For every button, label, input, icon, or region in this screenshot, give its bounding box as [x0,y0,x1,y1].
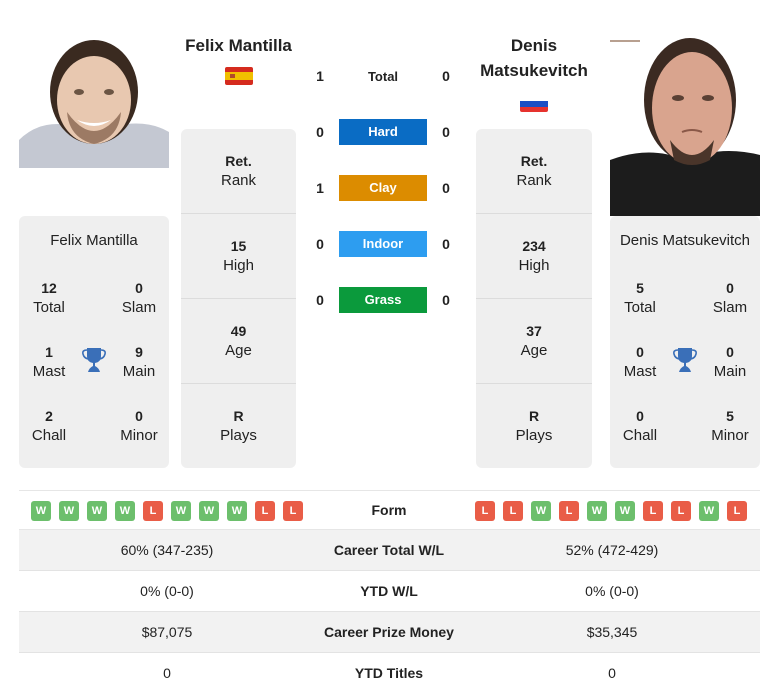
player1-form-badge-win[interactable]: W [115,501,135,521]
surface-badge-hard[interactable]: Hard [339,119,427,145]
player1-form-badge-win[interactable]: W [199,501,219,521]
player1-form-badge-loss[interactable]: L [255,501,275,521]
russia-flag-icon [520,96,548,112]
player1-form-badge-win[interactable]: W [227,501,247,521]
player1-stat: $87,075 [141,624,193,640]
trophy-icon [673,347,697,373]
player1-stat: 0% (0-0) [140,583,194,599]
player2-form-badge-win[interactable]: W [531,501,551,521]
player2-form-badge-win[interactable]: W [615,501,635,521]
stat-label: YTD W/L [360,583,418,599]
player1-plays: R Plays [220,408,257,444]
surface-badge-clay[interactable]: Clay [339,175,427,201]
player2-form-badge-loss[interactable]: L [671,501,691,521]
player2-stat: $35,345 [586,624,638,640]
player1-titles-name: Felix Mantilla [50,232,138,249]
player2-form-badge-loss[interactable]: L [475,501,495,521]
surface-badge-indoor[interactable]: Indoor [339,231,427,257]
player2-form-badge-loss[interactable]: L [559,501,579,521]
h2h-p1-indoor: 0 [316,236,324,252]
player2-form-badge-loss[interactable]: L [503,501,523,521]
player2-form-badge-loss[interactable]: L [727,501,747,521]
h2h-p1-grass: 0 [316,292,324,308]
player2-form-badge-win[interactable]: W [699,501,719,521]
h2h-total-label: Total [367,69,399,84]
h2h-p1-hard: 0 [316,124,324,140]
player1-form-badge-win[interactable]: W [171,501,191,521]
h2h-surface-row: 0 Hard 0 [305,119,465,145]
player1-form-badge-win[interactable]: W [31,501,51,521]
player2-form-badge-loss[interactable]: L [643,501,663,521]
player1-form-badge-win[interactable]: W [87,501,107,521]
stat-label: YTD Titles [354,665,424,681]
h2h-p2-clay: 0 [442,180,450,196]
surface-badge-grass[interactable]: Grass [339,287,427,313]
player2-age: 37 Age [476,299,592,384]
h2h-surface-row: 0 Indoor 0 [305,231,465,257]
player2-form-badge-win[interactable]: W [587,501,607,521]
stats-row: $87,075 Career Prize Money $35,345 [19,612,760,653]
stats-row: 0 YTD Titles 0 [19,653,760,694]
trophy-icon [82,347,106,373]
stat-label: Career Total W/L [333,542,445,558]
player2-name-line2: Matsukevitch [480,61,588,80]
player1-titles-mast: 1 Mast [32,344,66,380]
player1-photo [19,20,169,168]
player1-stat: 0 [163,665,171,681]
player2-high: 234 High [476,214,592,299]
player2-plays: R Plays [515,408,553,444]
player2-titles-total: 5 Total [624,280,656,316]
spain-flag-icon [225,67,253,85]
h2h-p1-total: 1 [316,68,324,84]
player1-titles-main: 9 Main [122,344,156,380]
player2-stat: 52% (472-429) [565,542,659,558]
player1-form-badge-loss[interactable]: L [143,501,163,521]
player2-stat: 0% (0-0) [585,583,639,599]
player2-titles-slam: 0 Slam [712,280,748,316]
player1-name[interactable]: Felix Mantilla [176,33,301,58]
player2-titles-panel: Denis Matsukevitch 5 Total 0 Slam 0 Mast… [610,216,760,468]
player1-titles-panel: Felix Mantilla 12 Total 0 Slam 1 Mast 9 … [19,216,169,468]
player2-titles-chall: 0 Chall [622,408,658,444]
player2-photo [610,20,760,216]
h2h-p2-total: 0 [442,68,450,84]
player2-rank: Ret. Rank [476,129,592,214]
player2-titles-mast: 0 Mast [623,344,657,380]
form-label: Form [371,502,407,518]
player2-rank-panel: Ret. Rank 234 High 37 Age R Plays [476,129,592,468]
stats-row: 60% (347-235) Career Total W/L 52% (472-… [19,530,760,571]
player1-rank-panel: Ret. Rank 15 High 49 Age R Plays [181,129,296,468]
player1-titles-slam: 0 Slam [121,280,157,316]
player2-stat: 0 [608,665,616,681]
h2h-surface-row: 0 Grass 0 [305,287,465,313]
h2h-p2-grass: 0 [442,292,450,308]
h2h-total-row: 1 Total 0 [305,63,465,89]
h2h-p2-hard: 0 [442,124,450,140]
player2-titles-main: 0 Main [713,344,747,380]
player1-high: 15 High [181,214,296,299]
player1-titles-chall: 2 Chall [31,408,67,444]
player1-form-badge-win[interactable]: W [59,501,79,521]
player1-rank: Ret. Rank [181,129,296,214]
player1-stat: 60% (347-235) [120,542,214,558]
form-row: WWWWLWWWLL Form LLWLWWLLWL [19,490,760,530]
player2-name-line1: Denis [510,36,558,55]
stats-row: 0% (0-0) YTD W/L 0% (0-0) [19,571,760,612]
player1-titles-minor: 0 Minor [120,408,158,444]
player2-titles-name: Denis Matsukevitch [619,232,751,249]
player1-titles-total: 12 Total [33,280,65,316]
stat-label: Career Prize Money [324,624,454,640]
h2h-p2-indoor: 0 [442,236,450,252]
h2h-surface-row: 1 Clay 0 [305,175,465,201]
player2-name[interactable]: Denis Matsukevitch [470,33,598,83]
player1-form-badge-loss[interactable]: L [283,501,303,521]
player1-age: 49 Age [181,299,296,384]
player2-titles-minor: 5 Minor [711,408,749,444]
h2h-p1-clay: 1 [316,180,324,196]
